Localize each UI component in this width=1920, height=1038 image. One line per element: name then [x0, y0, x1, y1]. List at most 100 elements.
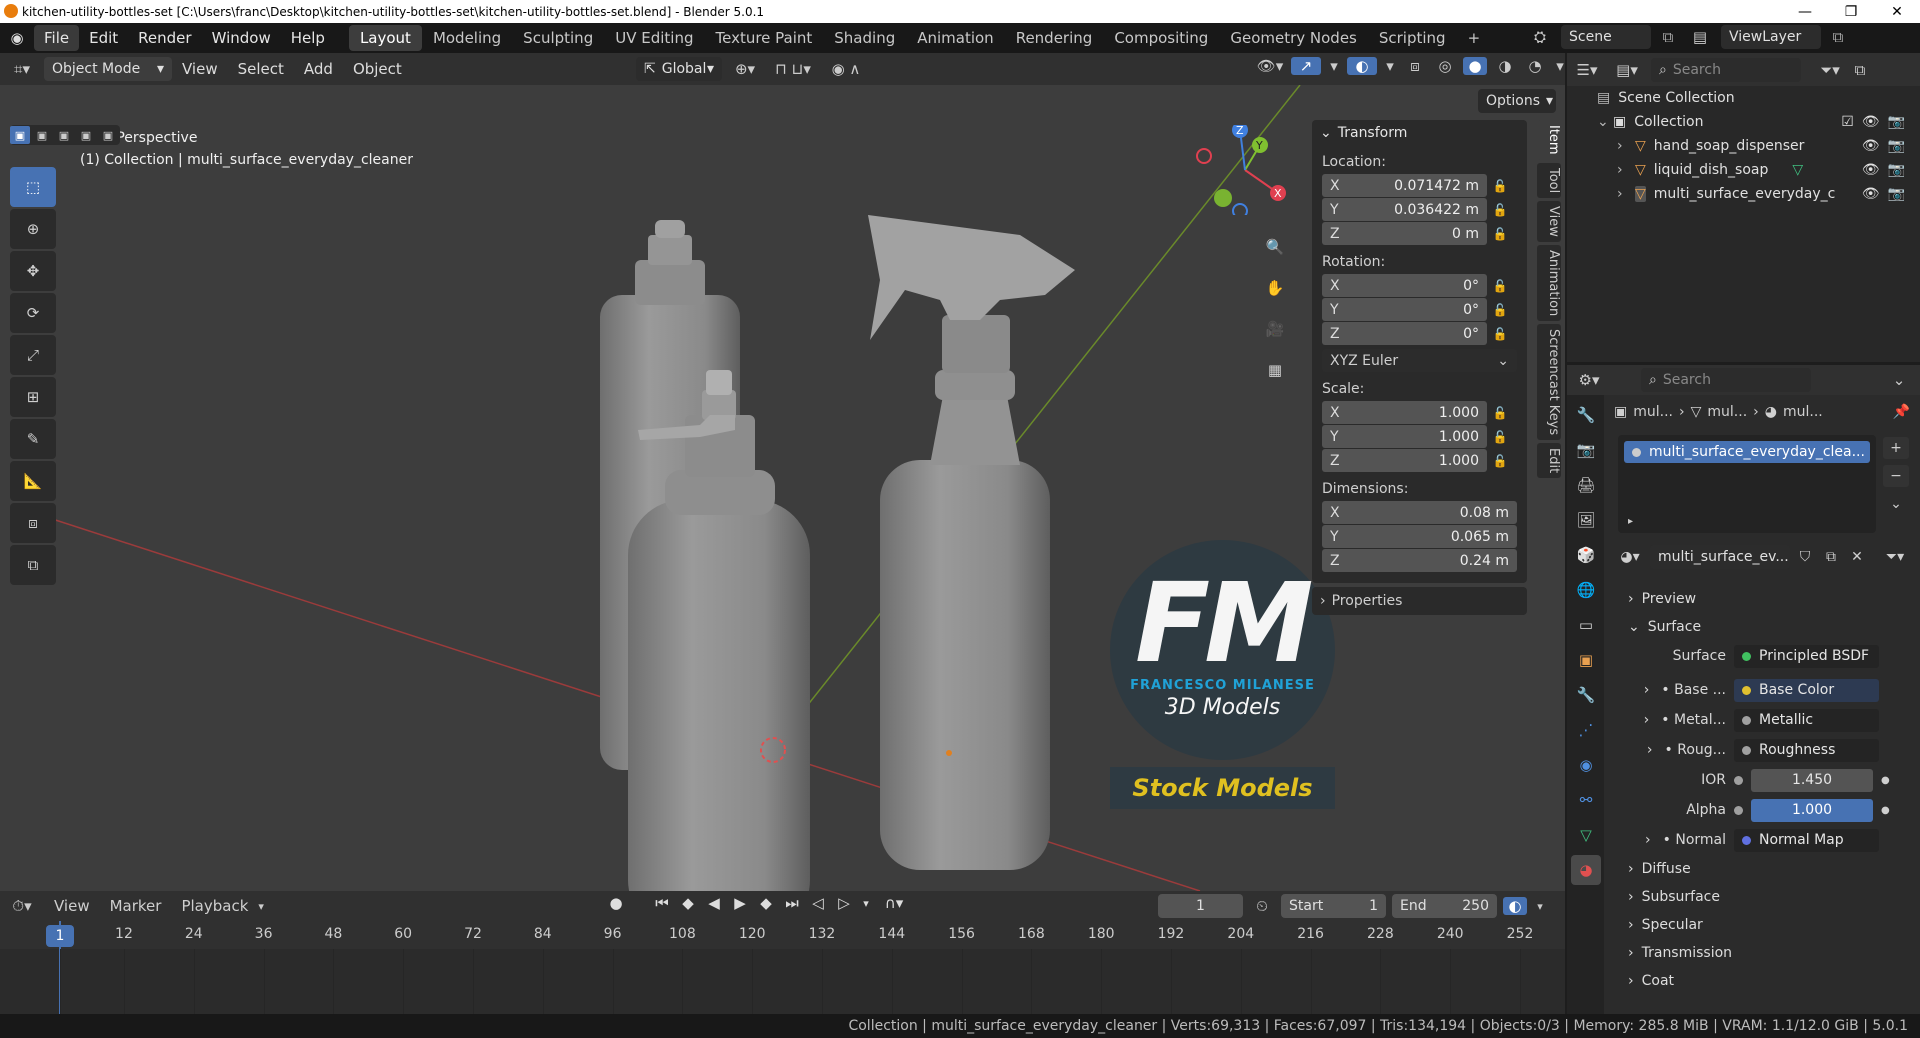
shading-dropdown-icon[interactable]: ▾	[1553, 57, 1567, 75]
3d-viewport[interactable]: User Perspective (1) Collection | multi_…	[0, 85, 1565, 891]
scene-properties-icon[interactable]: 🎲	[1571, 540, 1601, 570]
modifier-properties-icon[interactable]: 🔧	[1571, 680, 1601, 710]
duplicate-material-icon[interactable]: ⧉	[1820, 549, 1842, 565]
ortho-toggle-button[interactable]: ▦	[1258, 353, 1292, 387]
dimensions-y-field[interactable]: Y 0.065 m	[1322, 525, 1517, 548]
metallic-field[interactable]: Metallic	[1734, 708, 1879, 732]
viewport-menu-object[interactable]: Object	[343, 60, 412, 78]
view-layer-properties-icon[interactable]: 🖼	[1571, 505, 1601, 535]
scale-y-field[interactable]: Y 1.000	[1322, 425, 1487, 448]
material-properties-icon[interactable]: ◕	[1571, 855, 1601, 885]
scene-name-field[interactable]: Scene	[1561, 25, 1651, 49]
constraints-properties-icon[interactable]: ⚯	[1571, 785, 1601, 815]
scale-z-field[interactable]: Z 1.000	[1322, 449, 1487, 472]
tab-geometry-nodes[interactable]: Geometry Nodes	[1219, 25, 1368, 51]
data-properties-icon[interactable]: ▽	[1571, 820, 1601, 850]
gizmo-dropdown-icon[interactable]: ▾	[1327, 57, 1341, 75]
add-object-tool[interactable]: ⧉	[10, 545, 56, 585]
eye-icon[interactable]: 👁	[1862, 162, 1880, 178]
scale-x-field[interactable]: X 1.000	[1322, 401, 1487, 424]
lock-icon[interactable]: 🔓	[1487, 327, 1513, 341]
lock-icon[interactable]: 🔓	[1487, 203, 1513, 217]
play-reverse-icon[interactable]: ◀	[703, 894, 725, 912]
camera-icon[interactable]: 📷	[1888, 186, 1905, 202]
shading-material-icon[interactable]: ◑	[1493, 57, 1517, 75]
viewport-menu-select[interactable]: Select	[228, 60, 294, 78]
unlink-material-icon[interactable]: ✕	[1846, 549, 1868, 565]
transform-tool[interactable]: ⊞	[10, 377, 56, 417]
timeline-view-dropdown-icon[interactable]: ▾	[1533, 900, 1547, 913]
stopwatch-icon[interactable]: ⏲	[1249, 897, 1275, 915]
breadcrumb-material[interactable]: mul...	[1783, 404, 1823, 420]
scene-icon[interactable]: ⛭	[1525, 28, 1555, 46]
display-mode-icon[interactable]: ▤▾	[1607, 61, 1647, 79]
material-slot-item[interactable]: multi_surface_everyday_clea...	[1624, 441, 1870, 463]
add-slot-button[interactable]: +	[1883, 437, 1909, 459]
zoom-view-button[interactable]: 🔍	[1258, 230, 1292, 264]
tab-compositing[interactable]: Compositing	[1103, 25, 1219, 51]
subsurface-section[interactable]: › Subsurface	[1614, 883, 1910, 911]
eye-icon[interactable]: 👁	[1862, 114, 1880, 130]
filter-icon[interactable]: ⏷▾	[1813, 61, 1847, 79]
blender-menu-icon[interactable]: ◉	[0, 29, 34, 47]
menu-render[interactable]: Render	[128, 25, 201, 51]
pin-icon[interactable]: 📌	[1893, 404, 1910, 420]
timeline-menu-playback[interactable]: Playback	[171, 897, 258, 915]
lock-icon[interactable]: 🔓	[1487, 430, 1513, 444]
tab-view[interactable]: View	[1537, 200, 1561, 242]
cursor-tool[interactable]: ⊕	[10, 209, 56, 249]
dimensions-z-field[interactable]: Z 0.24 m	[1322, 549, 1517, 572]
particles-properties-icon[interactable]: ⋰	[1571, 715, 1601, 745]
keyframe-dot-icon[interactable]: ●	[1881, 775, 1890, 786]
new-viewlayer-icon[interactable]: ⧉	[1827, 28, 1849, 46]
lock-icon[interactable]: 🔓	[1487, 303, 1513, 317]
object-mode-dropdown[interactable]: Object Mode ▾	[44, 57, 172, 81]
properties-panel-header[interactable]: › Properties	[1312, 587, 1527, 615]
surface-section[interactable]: ⌄ Surface	[1614, 613, 1910, 641]
prev-keyframe-icon[interactable]: ◆	[677, 894, 699, 912]
visibility-icon[interactable]: 👁▾	[1255, 57, 1285, 75]
tab-shading[interactable]: Shading	[823, 25, 906, 51]
lock-icon[interactable]: 🔓	[1487, 406, 1513, 420]
minimize-button[interactable]: —	[1782, 0, 1828, 23]
tab-item[interactable]: Item	[1537, 120, 1561, 160]
physics-properties-icon[interactable]: ◉	[1571, 750, 1601, 780]
location-x-field[interactable]: X 0.071472 m	[1322, 174, 1487, 197]
outliner-row-object[interactable]: › ▽ hand_soap_dispenser 👁 📷	[1567, 134, 1920, 158]
select-mode-toggles[interactable]: ▣ ▣ ▣ ▣ ▣	[10, 125, 120, 145]
menu-edit[interactable]: Edit	[79, 25, 128, 51]
snap-icon[interactable]: ⊓ ⊔▾	[768, 60, 818, 78]
outliner-search-input[interactable]: ⌕ Search	[1651, 57, 1801, 82]
camera-icon[interactable]: 📷	[1888, 114, 1905, 130]
chevron-right-icon[interactable]: ›	[1617, 138, 1635, 154]
eye-icon[interactable]: 👁	[1862, 138, 1880, 154]
tab-sculpting[interactable]: Sculpting	[512, 25, 604, 51]
gizmo-toggle-icon[interactable]: ↗	[1291, 57, 1321, 75]
object-properties-icon[interactable]: ▣	[1571, 645, 1601, 675]
close-button[interactable]: ✕	[1874, 0, 1920, 23]
lock-icon[interactable]: 🔓	[1487, 279, 1513, 293]
keyframe-dropdown-icon[interactable]: ▾	[859, 897, 873, 910]
keyframe-dot-icon[interactable]: ●	[1881, 805, 1890, 816]
lock-icon[interactable]: 🔓	[1487, 454, 1513, 468]
play-icon[interactable]: ▶	[729, 894, 751, 912]
add-cube-tool[interactable]: ⧈	[10, 503, 56, 543]
playback-dropdown-icon[interactable]: ▾	[258, 900, 264, 913]
properties-search-input[interactable]: ⌕ Search	[1641, 368, 1811, 392]
tool-properties-icon[interactable]: 🔧	[1571, 400, 1601, 430]
auto-keying-icon[interactable]: ∩▾	[877, 894, 911, 912]
viewlayer-icon[interactable]: ▤	[1685, 28, 1715, 46]
new-scene-icon[interactable]: ⧉	[1657, 28, 1679, 46]
add-workspace-button[interactable]: +	[1457, 25, 1492, 51]
material-name-field[interactable]: multi_surface_ev...	[1650, 545, 1790, 569]
eye-icon[interactable]: 👁	[1862, 186, 1880, 202]
lock-icon[interactable]: 🔓	[1487, 179, 1513, 193]
viewport-menu-view[interactable]: View	[172, 60, 228, 78]
scale-tool[interactable]: ⤢	[10, 335, 56, 375]
frame-ruler[interactable]: 1 12 24 36 48 60 72 84 96 108 120 132 144 156 168 180 19…	[0, 921, 1565, 949]
browse-material-icon[interactable]: ◕▾	[1614, 549, 1646, 565]
rotate-tool[interactable]: ⟳	[10, 293, 56, 333]
timeline-area[interactable]: 1 12 24 36 48 60 72 84 96 108 120 132 144 156 168 180 19…	[0, 921, 1565, 1014]
rotation-z-field[interactable]: Z 0°	[1322, 322, 1487, 345]
fake-user-icon[interactable]: ⛉	[1794, 549, 1816, 565]
